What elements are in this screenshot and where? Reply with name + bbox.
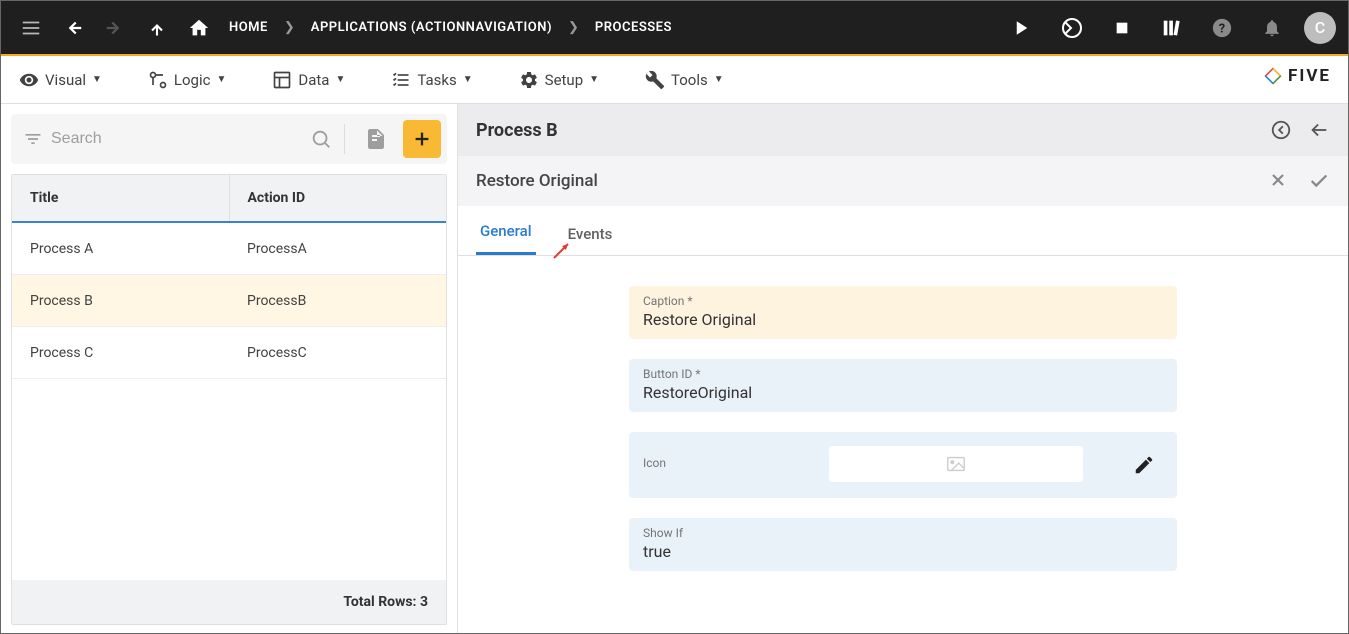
menu-label: Setup [545,71,583,89]
table-row[interactable]: Process A ProcessA [12,223,446,275]
detail-title: Process B [476,120,558,141]
show-if-input[interactable] [643,542,1163,561]
field-caption[interactable]: Caption * [629,286,1177,339]
right-panel: Process B Restore Original General Event… [457,104,1348,633]
topbar-right: ? C [1004,10,1336,46]
col-action-id[interactable]: Action ID [230,175,447,221]
menubar: Visual ▼ Logic ▼ Data ▼ Tasks ▼ Setup ▼ Tools… [1,56,1348,104]
help-icon[interactable]: ? [1204,10,1240,46]
svg-text:?: ? [1219,21,1225,36]
bell-icon[interactable] [1254,10,1290,46]
avatar[interactable]: C [1304,12,1336,44]
menu-label: Logic [174,71,211,89]
field-label: Icon [643,456,666,470]
menu-tasks[interactable]: Tasks ▼ [383,64,480,96]
field-button-id[interactable]: Button ID * [629,359,1177,412]
field-icon[interactable]: Icon [629,432,1177,498]
detail-header: Process B [458,104,1348,156]
field-label: Show If [643,526,1163,540]
table: Title Action ID Process A ProcessA Proce… [11,174,447,625]
menu-label: Tasks [417,71,456,89]
chevron-right-icon: ❯ [280,20,299,35]
tabs: General Events [458,206,1348,256]
caption-input[interactable] [643,310,1163,329]
separator [344,124,345,154]
search-icon[interactable] [310,128,332,150]
field-label: Caption * [643,294,1163,308]
table-header: Title Action ID [12,175,446,223]
chevron-down-icon: ▼ [335,74,345,85]
col-title[interactable]: Title [12,175,230,221]
search-row [11,114,447,164]
library-icon[interactable] [1154,10,1190,46]
document-button[interactable] [357,120,395,158]
menu-label: Visual [45,71,86,89]
chevron-down-icon: ▼ [463,74,473,85]
breadcrumb-home[interactable]: HOME [223,20,274,35]
topbar-left: HOME ❯ APPLICATIONS (ACTIONNAVIGATION) ❯… [13,10,1004,46]
back-arrow-icon[interactable] [55,10,91,46]
breadcrumb-processes[interactable]: PROCESSES [589,20,678,35]
brand-logo: FIVE [1264,66,1331,86]
menu-label: Data [298,71,329,89]
up-arrow-icon[interactable] [139,10,175,46]
workspace: Title Action ID Process A ProcessA Proce… [1,104,1348,633]
cell-action-id: ProcessA [229,223,446,274]
home-icon[interactable] [181,10,217,46]
breadcrumb-applications[interactable]: APPLICATIONS (ACTIONNAVIGATION) [305,20,558,35]
cell-title: Process A [12,223,229,274]
chevron-down-icon: ▼ [216,74,226,85]
hamburger-icon[interactable] [13,10,49,46]
search-input[interactable] [51,130,302,148]
cell-title: Process B [12,275,229,326]
menu-data[interactable]: Data ▼ [264,64,353,96]
filter-icon[interactable] [23,129,43,149]
form-area: Caption * Button ID * Icon Show If [458,256,1348,571]
menu-visual[interactable]: Visual ▼ [11,64,110,96]
add-button[interactable] [403,120,441,158]
chevron-down-icon: ▼ [714,74,724,85]
topbar: HOME ❯ APPLICATIONS (ACTIONNAVIGATION) ❯… [1,1,1348,56]
stop-icon[interactable] [1104,10,1140,46]
image-placeholder-icon [945,453,967,475]
chevron-down-icon: ▼ [589,74,599,85]
close-icon[interactable] [1268,170,1288,190]
cell-title: Process C [12,327,229,378]
run-arrow-icon[interactable] [1054,10,1090,46]
detail-sub-header: Restore Original [458,156,1348,206]
play-icon[interactable] [1004,10,1040,46]
chevron-down-icon: ▼ [92,74,102,85]
menu-tools[interactable]: Tools ▼ [637,64,732,96]
avatar-letter: C [1315,18,1325,37]
table-row[interactable]: Process C ProcessC [12,327,446,379]
icon-preview [829,446,1083,482]
menu-label: Tools [671,71,708,89]
undo-circle-icon[interactable] [1270,119,1292,141]
tab-general[interactable]: General [476,210,536,255]
left-panel: Title Action ID Process A ProcessA Proce… [1,104,457,633]
chevron-right-icon: ❯ [564,20,583,35]
check-icon[interactable] [1308,170,1330,192]
edit-pencil-icon[interactable] [1133,454,1155,476]
field-label: Button ID * [643,367,1163,381]
button-id-input[interactable] [643,383,1163,402]
cell-action-id: ProcessB [229,275,446,326]
forward-arrow-icon[interactable] [97,10,133,46]
tab-events[interactable]: Events [564,213,617,255]
field-show-if[interactable]: Show If [629,518,1177,571]
back-icon[interactable] [1308,119,1330,141]
table-row[interactable]: Process B ProcessB [12,275,446,327]
menu-setup[interactable]: Setup ▼ [511,64,607,96]
detail-subtitle: Restore Original [476,171,598,191]
cell-action-id: ProcessC [229,327,446,378]
logo-text: FIVE [1288,66,1331,86]
table-footer: Total Rows: 3 [12,580,446,624]
menu-logic[interactable]: Logic ▼ [140,64,234,96]
logo-mark-icon [1264,67,1282,85]
